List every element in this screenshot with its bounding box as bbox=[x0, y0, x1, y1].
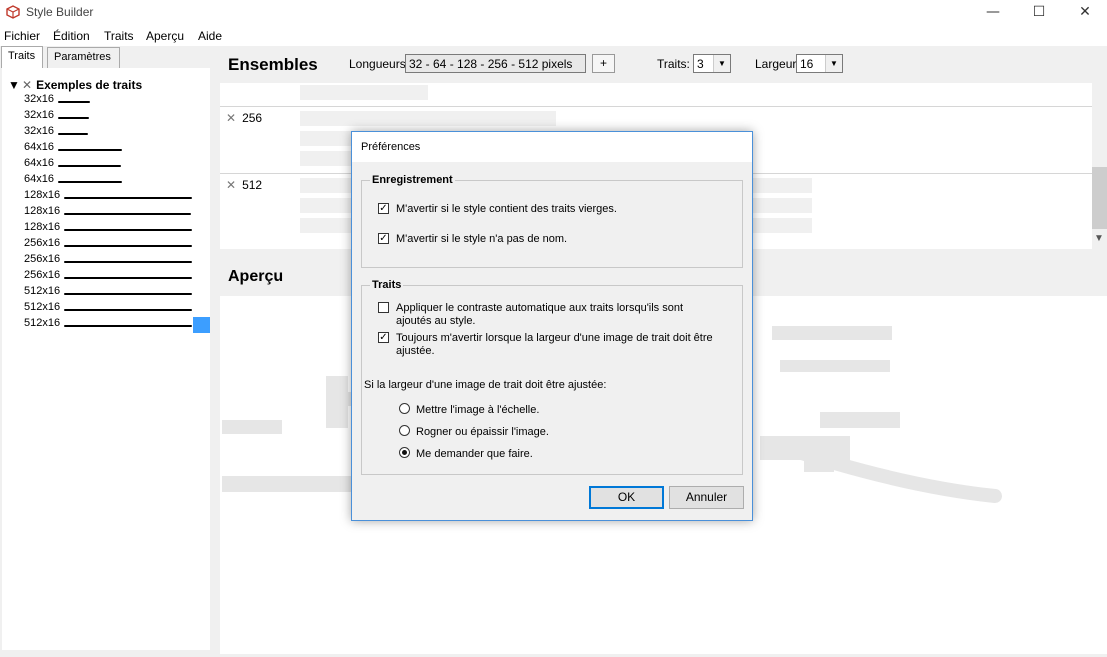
stroke-preview bbox=[58, 165, 121, 167]
apercu-title: Aperçu bbox=[228, 268, 284, 285]
stroke-preview bbox=[58, 181, 122, 183]
tree-item[interactable]: 128x16 bbox=[24, 205, 191, 221]
tree-item[interactable]: 512x16 bbox=[24, 301, 192, 317]
crop-image-label[interactable]: Rogner ou épaissir l'image. bbox=[416, 426, 549, 439]
chevron-down-icon: ▼ bbox=[713, 55, 730, 72]
title-bar: Style Builder — ☐ ✕ bbox=[0, 0, 1107, 26]
stroke-preview bbox=[64, 229, 192, 231]
radio-dot bbox=[402, 450, 407, 455]
app-icon bbox=[6, 5, 20, 19]
traits-legend: Traits bbox=[370, 279, 404, 291]
stroke-preview bbox=[64, 325, 192, 327]
tree-item[interactable]: 256x16 bbox=[24, 237, 192, 253]
stroke-preview bbox=[64, 277, 192, 279]
remove-icon[interactable]: ✕ bbox=[226, 111, 236, 125]
tree-root[interactable]: ▼ ✕ Exemples de traits bbox=[8, 78, 142, 92]
tab-parametres[interactable]: Paramètres bbox=[47, 47, 120, 68]
stroke-preview bbox=[58, 133, 88, 135]
set-256[interactable]: ✕ 256 bbox=[226, 111, 262, 125]
tree-item[interactable]: 512x16 bbox=[24, 285, 192, 301]
longueurs-label: Longueurs: bbox=[349, 57, 410, 71]
add-length-button[interactable]: + bbox=[592, 54, 615, 73]
menu-bar: Fichier Édition Traits Aperçu Aide bbox=[0, 26, 1107, 46]
set-512[interactable]: ✕ 512 bbox=[226, 178, 262, 192]
window-title: Style Builder bbox=[26, 5, 94, 19]
scale-image-radio[interactable] bbox=[399, 403, 410, 414]
menu-traits[interactable]: Traits bbox=[104, 29, 134, 43]
tree-item[interactable]: 64x16 bbox=[24, 141, 122, 157]
ok-button[interactable]: OK bbox=[589, 486, 664, 509]
menu-apercu[interactable]: Aperçu bbox=[146, 29, 184, 43]
tree-item[interactable]: 128x16 bbox=[24, 221, 192, 237]
warn-no-name-checkbox[interactable]: ✓ bbox=[378, 233, 389, 244]
stroke-tree-panel: ▼ ✕ Exemples de traits 32x16 32x16 32x16 6… bbox=[2, 68, 210, 650]
longueurs-field[interactable]: 32 - 64 - 128 - 256 - 512 pixels bbox=[405, 54, 586, 73]
warn-width-adjust-checkbox[interactable]: ✓ bbox=[378, 332, 389, 343]
largeur-select-value: 16 bbox=[800, 57, 814, 71]
maximize-button[interactable]: ☐ bbox=[1016, 0, 1062, 26]
scale-image-label[interactable]: Mettre l'image à l'échelle. bbox=[416, 404, 539, 417]
largeur-select[interactable]: 16 ▼ bbox=[796, 54, 843, 73]
tree-item[interactable]: 256x16 bbox=[24, 253, 192, 269]
menu-aide[interactable]: Aide bbox=[198, 29, 222, 43]
dialog-titlebar: Préférences bbox=[352, 132, 752, 162]
scrollbar-thumb[interactable] bbox=[1092, 167, 1107, 229]
stroke-preview bbox=[64, 293, 192, 295]
auto-contrast-checkbox[interactable] bbox=[378, 302, 389, 313]
traits-label: Traits: bbox=[657, 57, 690, 71]
stroke-set-icon: ✕ bbox=[22, 78, 33, 92]
warn-blank-strokes-checkbox[interactable]: ✓ bbox=[378, 203, 389, 214]
auto-contrast-label[interactable]: Appliquer le contraste automatique aux t… bbox=[396, 302, 716, 328]
warn-blank-strokes-label[interactable]: M'avertir si le style contient des trait… bbox=[396, 203, 617, 216]
traits-select-value: 3 bbox=[697, 57, 704, 71]
dialog-title: Préférences bbox=[361, 141, 421, 153]
ensembles-scrollbar[interactable]: ▼ bbox=[1092, 83, 1107, 249]
tree-item[interactable]: 128x16 bbox=[24, 189, 192, 205]
cancel-button[interactable]: Annuler bbox=[669, 486, 744, 509]
chevron-down-icon: ▼ bbox=[825, 55, 842, 72]
ask-me-radio[interactable] bbox=[399, 447, 410, 458]
menu-edition[interactable]: Édition bbox=[53, 29, 90, 43]
stroke-preview bbox=[64, 245, 192, 247]
enregistrement-legend: Enregistrement bbox=[370, 174, 455, 186]
tree-item[interactable]: 64x16 bbox=[24, 173, 122, 189]
stroke-preview bbox=[64, 197, 192, 199]
minimize-button[interactable]: — bbox=[970, 0, 1016, 26]
tree-root-label: Exemples de traits bbox=[36, 78, 143, 92]
stroke-preview bbox=[64, 261, 192, 263]
traits-select[interactable]: 3 ▼ bbox=[693, 54, 731, 73]
enregistrement-group: Enregistrement ✓ M'avertir si le style c… bbox=[361, 174, 743, 268]
remove-icon[interactable]: ✕ bbox=[226, 178, 236, 192]
crop-image-radio[interactable] bbox=[399, 425, 410, 436]
tree-item[interactable]: 64x16 bbox=[24, 157, 121, 173]
tab-traits[interactable]: Traits bbox=[1, 46, 43, 68]
preferences-dialog: Préférences Enregistrement ✓ M'avertir s… bbox=[351, 131, 753, 521]
tree-item[interactable]: 512x16 bbox=[24, 317, 192, 333]
tree-item[interactable]: 32x16 bbox=[24, 125, 88, 141]
stroke-preview bbox=[58, 117, 89, 119]
stroke-preview bbox=[58, 101, 90, 103]
divider bbox=[220, 106, 1092, 107]
traits-group: Traits Appliquer le contraste automatiqu… bbox=[361, 279, 743, 475]
stroke-slot[interactable] bbox=[300, 111, 556, 126]
tree-item[interactable]: 32x16 bbox=[24, 93, 90, 109]
warn-no-name-label[interactable]: M'avertir si le style n'a pas de nom. bbox=[396, 233, 567, 246]
stroke-slot[interactable] bbox=[300, 85, 428, 100]
tree-item[interactable]: 32x16 bbox=[24, 109, 89, 125]
stroke-preview bbox=[58, 149, 122, 151]
stroke-preview bbox=[64, 213, 191, 215]
expand-icon[interactable]: ▼ bbox=[8, 78, 20, 92]
selection-highlight bbox=[193, 317, 210, 333]
tree-item[interactable]: 256x16 bbox=[24, 269, 192, 285]
ask-me-label[interactable]: Me demander que faire. bbox=[416, 448, 533, 461]
menu-fichier[interactable]: Fichier bbox=[4, 29, 40, 43]
scroll-down-icon[interactable]: ▼ bbox=[1094, 233, 1104, 244]
close-button[interactable]: ✕ bbox=[1062, 0, 1107, 26]
width-adjust-question: Si la largeur d'une image de trait doit … bbox=[364, 379, 607, 391]
largeur-label: Largeur: bbox=[755, 57, 800, 71]
ensembles-title: Ensembles bbox=[228, 55, 318, 74]
stroke-preview bbox=[64, 309, 192, 311]
warn-width-adjust-label[interactable]: Toujours m'avertir lorsque la largeur d'… bbox=[396, 332, 726, 358]
